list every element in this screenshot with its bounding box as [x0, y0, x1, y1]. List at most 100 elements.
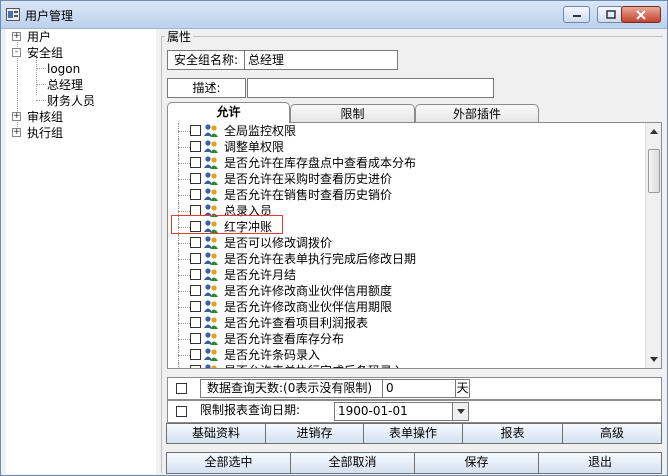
- inventory-button[interactable]: 进销存: [265, 423, 364, 444]
- permission-checkbox[interactable]: [190, 157, 201, 168]
- permission-item[interactable]: 是否允许查看项目利润报表: [168, 315, 646, 331]
- close-button[interactable]: [621, 6, 661, 23]
- permission-checkbox[interactable]: [190, 317, 201, 328]
- tab-allow[interactable]: 允许: [167, 102, 290, 123]
- query-days-input[interactable]: 0: [382, 379, 456, 398]
- permission-checkbox[interactable]: [190, 269, 201, 280]
- report-date-label: 限制报表查询日期:: [194, 402, 334, 421]
- permission-item[interactable]: 红字冲账: [168, 219, 646, 235]
- deselect-all-button[interactable]: 全部取消: [290, 452, 415, 474]
- permission-checkbox[interactable]: [190, 141, 201, 152]
- permission-item[interactable]: 是否允许修改商业伙伴信用额度: [168, 283, 646, 299]
- permission-item[interactable]: 是否可以修改调拨价: [168, 235, 646, 251]
- exit-button[interactable]: 退出: [538, 452, 662, 474]
- basic-data-button[interactable]: 基础资料: [166, 423, 266, 444]
- scrollbar-thumb[interactable]: [648, 149, 660, 193]
- scroll-down-button[interactable]: [646, 351, 661, 368]
- user-group-icon: [203, 251, 219, 267]
- tree-node-finance-staff[interactable]: 财务人员: [47, 93, 95, 109]
- dropdown-button[interactable]: [452, 403, 468, 420]
- tree-connector: [178, 179, 190, 180]
- permission-item[interactable]: 是否允许在库存盘点中查看成本分布: [168, 155, 646, 171]
- tab-restrict[interactable]: 限制: [290, 104, 415, 123]
- reports-button[interactable]: 报表: [462, 423, 563, 444]
- tree-connector: [178, 147, 190, 148]
- tree-connector: [36, 84, 46, 85]
- permission-label: 调整单权限: [224, 140, 285, 154]
- permission-checkbox[interactable]: [190, 301, 201, 312]
- permission-item[interactable]: 是否允许查看库存分布: [168, 331, 646, 347]
- expand-icon[interactable]: +: [12, 128, 21, 137]
- permission-checkbox[interactable]: [190, 205, 201, 216]
- save-button[interactable]: 保存: [414, 452, 539, 474]
- expand-icon[interactable]: +: [12, 32, 21, 41]
- permission-checkbox[interactable]: [190, 253, 201, 264]
- permission-label: 是否允许在销售时查看历史销价: [224, 188, 393, 202]
- permission-list[interactable]: 全局监控权限 调整单权限是否允许在库存盘点中查看成本分布 是否允许在采购时查看历史进…: [167, 122, 662, 369]
- user-group-icon: [203, 123, 219, 139]
- permission-label: 是否允许查看项目利润报表: [224, 316, 369, 330]
- form-operations-button[interactable]: 表单操作: [363, 423, 463, 444]
- permission-item[interactable]: 是否允许月结: [168, 267, 646, 283]
- permission-checkbox[interactable]: [190, 333, 201, 344]
- scroll-up-button[interactable]: [646, 123, 661, 140]
- permission-item[interactable]: 是否允许表单执行完成后条码录入: [168, 363, 646, 368]
- maximize-button[interactable]: [597, 6, 624, 23]
- tree-connector: [178, 195, 190, 196]
- minimize-icon: [572, 14, 581, 17]
- permission-checkbox[interactable]: [190, 125, 201, 136]
- permission-item[interactable]: 是否允许在销售时查看历史销价: [168, 187, 646, 203]
- tree-node-general-manager[interactable]: 总经理: [47, 77, 83, 93]
- permission-item[interactable]: 是否允许在采购时查看历史进价: [168, 171, 646, 187]
- tree-connector: [36, 55, 37, 95]
- tree-node-logon[interactable]: logon: [47, 61, 80, 77]
- permission-item[interactable]: 全局监控权限: [168, 123, 646, 139]
- group-name-input[interactable]: 总经理: [244, 50, 398, 70]
- permission-checkbox[interactable]: [190, 173, 201, 184]
- permission-item[interactable]: 是否允许条码录入: [168, 347, 646, 363]
- maximize-icon: [605, 10, 616, 19]
- permission-label: 总录入员: [224, 204, 273, 218]
- group-tree[interactable]: + 用户 - 安全组 logon 总经理 财务人员 + 审核组 + 执行组: [6, 29, 156, 474]
- permission-item[interactable]: 是否允许修改商业伙伴信用期限: [168, 299, 646, 315]
- group-border: [193, 36, 663, 37]
- permission-checkbox[interactable]: [190, 189, 201, 200]
- collapse-icon[interactable]: -: [12, 48, 21, 57]
- user-group-icon: [203, 235, 219, 251]
- vertical-scrollbar[interactable]: [645, 123, 661, 368]
- permission-checkbox[interactable]: [190, 349, 201, 360]
- advanced-button[interactable]: 高级: [562, 423, 662, 444]
- tree-connector: [178, 275, 190, 276]
- expand-icon[interactable]: +: [12, 112, 21, 121]
- report-date-checkbox[interactable]: [176, 406, 187, 417]
- permission-label: 是否允许在库存盘点中查看成本分布: [224, 156, 417, 170]
- permission-checkbox[interactable]: [190, 221, 201, 232]
- tree-connector: [178, 163, 190, 164]
- select-all-button[interactable]: 全部选中: [166, 452, 291, 474]
- permission-label: 是否允许修改商业伙伴信用期限: [224, 300, 393, 314]
- user-management-window: 用户管理 + 用户 - 安全组 logon 总经理 财务人员 + 审核组 + 执…: [0, 0, 668, 476]
- permission-label: 是否允许在采购时查看历史进价: [224, 172, 393, 186]
- minimize-button[interactable]: [563, 6, 590, 23]
- report-date-dropdown[interactable]: 1900-01-01: [334, 402, 469, 421]
- permission-item[interactable]: 总录入员: [168, 203, 646, 219]
- arrow-up-icon: [650, 129, 658, 134]
- tree-connector: [178, 307, 190, 308]
- tree-connector: [178, 259, 190, 260]
- tab-external-plugins[interactable]: 外部插件: [415, 104, 539, 123]
- query-days-label: 数据查询天数:(0表示没有限制): [200, 379, 383, 398]
- permission-checkbox[interactable]: [190, 285, 201, 296]
- tree-connector: [36, 100, 46, 101]
- permission-item[interactable]: 调整单权限: [168, 139, 646, 155]
- title-bar[interactable]: 用户管理: [1, 1, 667, 29]
- tree-node-label: 财务人员: [47, 94, 96, 108]
- arrow-down-icon: [650, 357, 658, 362]
- window-title: 用户管理: [25, 9, 74, 23]
- permission-checkbox[interactable]: [190, 237, 201, 248]
- tree-connector: [178, 243, 190, 244]
- description-input[interactable]: [247, 78, 494, 98]
- permission-item[interactable]: 是否允许在表单执行完成后修改日期: [168, 251, 646, 267]
- user-group-icon: [203, 299, 219, 315]
- permission-checkbox[interactable]: [190, 365, 201, 368]
- query-days-checkbox[interactable]: [176, 383, 187, 394]
